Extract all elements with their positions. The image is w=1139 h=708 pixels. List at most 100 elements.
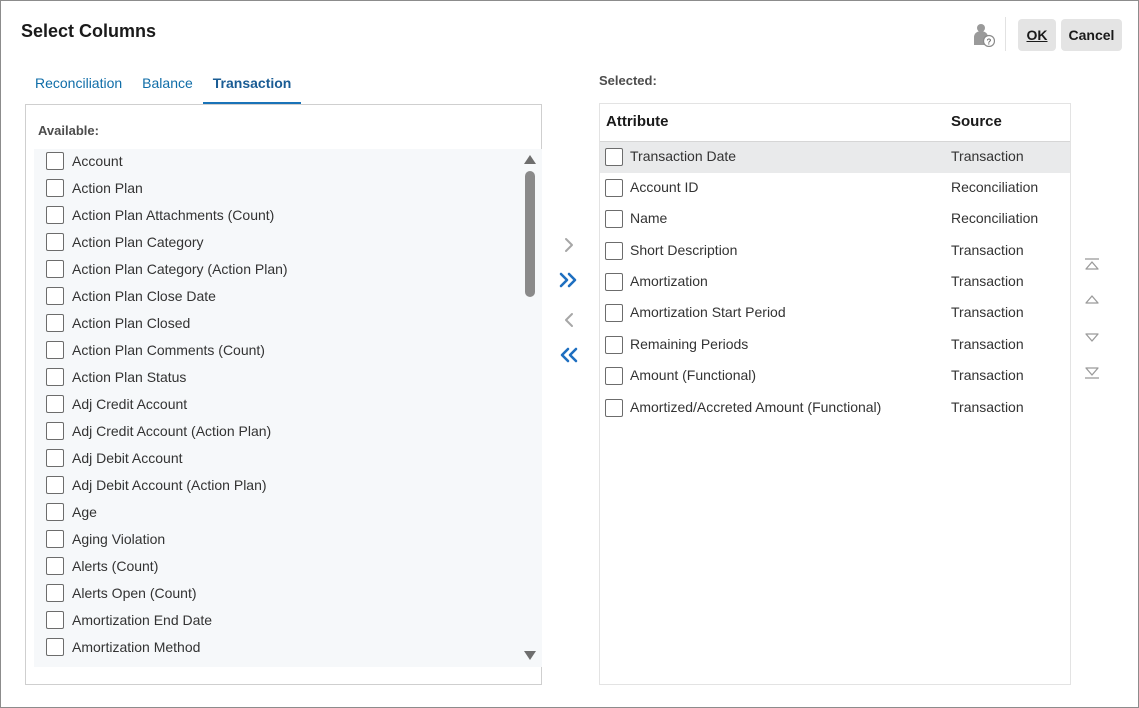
- double-chevron-right-icon[interactable]: [557, 270, 581, 290]
- available-item[interactable]: Alerts Open (Count): [46, 581, 197, 605]
- chevron-right-icon[interactable]: [557, 235, 581, 255]
- available-item[interactable]: Action Plan Attachments (Count): [46, 203, 274, 227]
- available-item-label: Action Plan Close Date: [72, 288, 216, 304]
- table-row[interactable]: Amortized/Accreted Amount (Functional) Tr…: [600, 393, 1070, 424]
- chevron-left-icon[interactable]: [557, 310, 581, 330]
- available-item-label: Account: [72, 153, 123, 169]
- available-item[interactable]: Action Plan Status: [46, 365, 186, 389]
- scroll-up-arrow-icon[interactable]: [524, 155, 536, 164]
- available-item[interactable]: Action Plan Category: [46, 230, 204, 254]
- table-row[interactable]: Remaining Periods Transaction: [600, 330, 1070, 361]
- available-item[interactable]: Adj Credit Account (Action Plan): [46, 419, 271, 443]
- toolbar-divider: [1005, 17, 1006, 51]
- checkbox[interactable]: [46, 233, 64, 251]
- cancel-button[interactable]: Cancel: [1061, 19, 1122, 51]
- available-item[interactable]: Adj Debit Account: [46, 446, 183, 470]
- tab-bar: Reconciliation Balance Transaction: [25, 67, 301, 105]
- table-row[interactable]: Short Description Transaction: [600, 236, 1070, 267]
- checkbox[interactable]: [46, 611, 64, 629]
- tab-balance[interactable]: Balance: [132, 67, 203, 105]
- move-down-icon[interactable]: [1083, 330, 1101, 346]
- checkbox[interactable]: [46, 341, 64, 359]
- available-item[interactable]: Aging Violation: [46, 527, 165, 551]
- available-item-label: Amortization End Date: [72, 612, 213, 628]
- column-header-source[interactable]: Source: [951, 113, 1002, 130]
- available-item[interactable]: Action Plan: [46, 176, 143, 200]
- available-item[interactable]: Action Plan Category (Action Plan): [46, 257, 288, 281]
- available-item[interactable]: Amortization Method: [46, 635, 200, 659]
- row-source: Transaction: [951, 273, 1024, 289]
- checkbox[interactable]: [46, 368, 64, 386]
- scrollbar-thumb[interactable]: [525, 171, 535, 297]
- checkbox[interactable]: [46, 152, 64, 170]
- ok-button[interactable]: OK: [1018, 19, 1056, 51]
- move-to-bottom-icon[interactable]: [1083, 365, 1101, 381]
- checkbox[interactable]: [46, 287, 64, 305]
- checkbox[interactable]: [605, 179, 623, 197]
- checkbox[interactable]: [46, 503, 64, 521]
- available-item[interactable]: Alerts (Count): [46, 554, 158, 578]
- available-label: Available:: [38, 123, 99, 138]
- checkbox[interactable]: [46, 530, 64, 548]
- ok-button-label: OK: [1026, 27, 1048, 43]
- available-item[interactable]: Amortization End Date: [46, 608, 212, 632]
- dialog-title: Select Columns: [21, 21, 157, 41]
- checkbox[interactable]: [46, 260, 64, 278]
- tab-reconciliation[interactable]: Reconciliation: [25, 67, 132, 105]
- checkbox[interactable]: [605, 399, 623, 417]
- table-row[interactable]: Transaction Date Transaction: [600, 142, 1070, 173]
- checkbox[interactable]: [46, 206, 64, 224]
- available-item[interactable]: Action Plan Comments (Count): [46, 338, 265, 362]
- available-list[interactable]: Account Action Plan Action Plan Attachme…: [34, 149, 542, 667]
- checkbox[interactable]: [46, 422, 64, 440]
- user-help-icon[interactable]: ?: [973, 23, 995, 47]
- checkbox[interactable]: [46, 557, 64, 575]
- column-header-attribute[interactable]: Attribute: [606, 113, 669, 130]
- row-source: Transaction: [951, 242, 1024, 258]
- checkbox[interactable]: [46, 314, 64, 332]
- row-source: Transaction: [951, 148, 1024, 164]
- checkbox[interactable]: [46, 584, 64, 602]
- checkbox[interactable]: [46, 449, 64, 467]
- table-row[interactable]: Account ID Reconciliation: [600, 173, 1070, 204]
- available-item-label: Action Plan Comments (Count): [72, 342, 265, 358]
- row-attribute: Short Description: [630, 242, 738, 258]
- checkbox[interactable]: [605, 273, 623, 291]
- available-item-label: Adj Debit Account (Action Plan): [72, 477, 267, 493]
- row-source: Transaction: [951, 304, 1024, 320]
- table-row[interactable]: Amount (Functional) Transaction: [600, 361, 1070, 392]
- move-up-icon[interactable]: [1083, 291, 1101, 307]
- row-attribute: Amortized/Accreted Amount (Functional): [630, 399, 882, 415]
- move-to-top-icon[interactable]: [1083, 256, 1101, 272]
- available-item[interactable]: Adj Debit Account (Action Plan): [46, 473, 267, 497]
- available-item-label: Adj Credit Account (Action Plan): [72, 423, 272, 439]
- checkbox[interactable]: [605, 367, 623, 385]
- double-chevron-left-icon[interactable]: [557, 345, 581, 365]
- checkbox[interactable]: [605, 148, 623, 166]
- available-item[interactable]: Action Plan Closed: [46, 311, 190, 335]
- available-item-label: Aging Violation: [72, 531, 166, 547]
- scroll-down-arrow-icon[interactable]: [524, 651, 536, 660]
- available-item-label: Action Plan Closed: [72, 315, 191, 331]
- table-row[interactable]: Amortization Transaction: [600, 267, 1070, 298]
- available-item[interactable]: Action Plan Close Date: [46, 284, 216, 308]
- checkbox[interactable]: [605, 210, 623, 228]
- checkbox[interactable]: [605, 242, 623, 260]
- checkbox[interactable]: [46, 179, 64, 197]
- available-item[interactable]: Adj Credit Account: [46, 392, 187, 416]
- selected-panel: Attribute Source Transaction Date Transac…: [599, 103, 1071, 685]
- available-item[interactable]: Account: [46, 149, 123, 173]
- checkbox[interactable]: [46, 476, 64, 494]
- checkbox[interactable]: [605, 336, 623, 354]
- select-columns-dialog: Select Columns ? OK Cancel Reconciliatio…: [0, 0, 1139, 708]
- available-item-label: Amortization Method: [72, 639, 201, 655]
- available-item-label: Action Plan Status: [72, 369, 187, 385]
- checkbox[interactable]: [46, 638, 64, 656]
- available-item[interactable]: Age: [46, 500, 97, 524]
- checkbox[interactable]: [46, 395, 64, 413]
- table-row[interactable]: Amortization Start Period Transaction: [600, 298, 1070, 329]
- checkbox[interactable]: [605, 304, 623, 322]
- table-row[interactable]: Name Reconciliation: [600, 204, 1070, 235]
- available-item-label: Alerts Open (Count): [72, 585, 197, 601]
- tab-transaction[interactable]: Transaction: [202, 67, 302, 105]
